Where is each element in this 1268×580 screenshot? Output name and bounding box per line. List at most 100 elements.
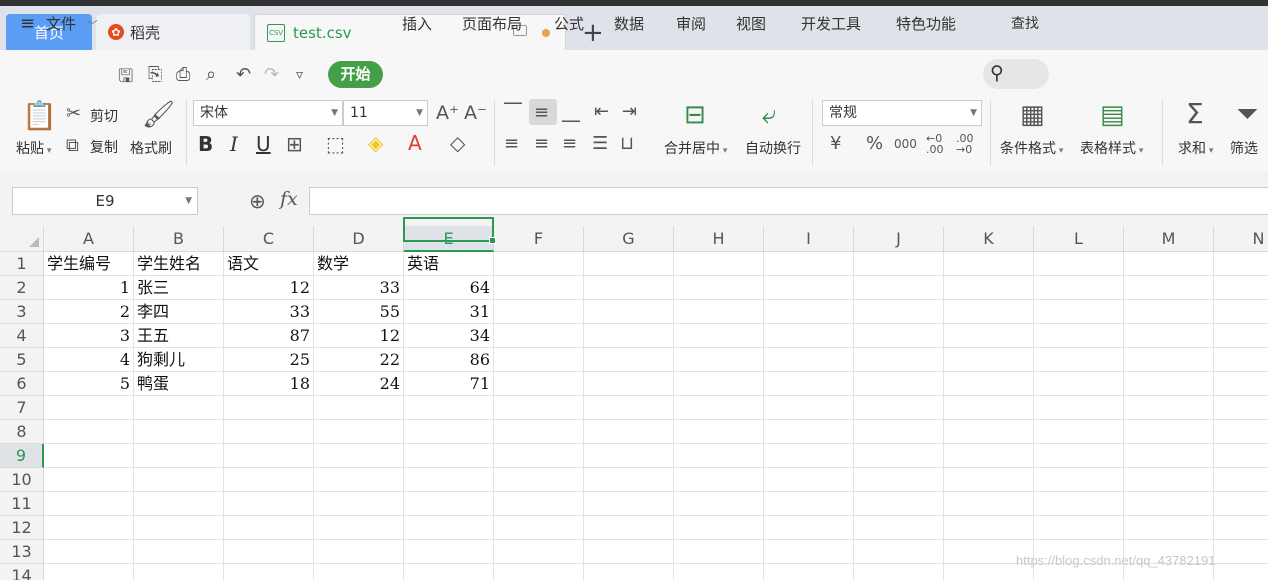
cell-b3[interactable]: 李四 — [134, 300, 224, 324]
tab-review[interactable]: 审阅 — [676, 0, 706, 46]
cell-b13[interactable] — [134, 540, 224, 564]
cell-d6[interactable]: 24 — [314, 372, 404, 396]
print-icon[interactable]: ⎙ — [176, 64, 190, 85]
cell-i11[interactable] — [764, 492, 854, 516]
cell-i6[interactable] — [764, 372, 854, 396]
cell-e4[interactable]: 34 — [404, 324, 494, 348]
align-center-icon[interactable]: ≡ — [534, 134, 549, 154]
cell-c2[interactable]: 12 — [224, 276, 314, 300]
cell-h2[interactable] — [674, 276, 764, 300]
thousands-separator-icon[interactable]: 000 — [894, 134, 917, 154]
percent-icon[interactable]: % — [866, 134, 883, 154]
cell-e8[interactable] — [404, 420, 494, 444]
align-top-icon[interactable]: ⎺ — [504, 102, 522, 122]
copy-icon[interactable]: ⧉ — [66, 136, 79, 156]
cell-l3[interactable] — [1034, 300, 1124, 324]
row-header-2[interactable]: 2 — [0, 276, 44, 300]
cell-c12[interactable] — [224, 516, 314, 540]
cell-d4[interactable]: 12 — [314, 324, 404, 348]
column-header-h[interactable]: H — [674, 226, 764, 252]
tab-view[interactable]: 视图 — [736, 0, 766, 46]
cell-h4[interactable] — [674, 324, 764, 348]
cell-a2[interactable]: 1 — [44, 276, 134, 300]
cell-h14[interactable] — [674, 564, 764, 580]
cell-k2[interactable] — [944, 276, 1034, 300]
cell-g11[interactable] — [584, 492, 674, 516]
cell-a5[interactable]: 4 — [44, 348, 134, 372]
distribute-icon[interactable]: ⊔ — [620, 134, 634, 154]
cell-b4[interactable]: 王五 — [134, 324, 224, 348]
column-header-d[interactable]: D — [314, 226, 404, 252]
cell-n12[interactable] — [1214, 516, 1268, 540]
cell-m5[interactable] — [1124, 348, 1214, 372]
merge-center-icon[interactable]: ⊟ — [684, 102, 706, 128]
format-painter-icon[interactable]: 🖌 — [142, 102, 175, 128]
cell-f1[interactable] — [494, 252, 584, 276]
cell-n10[interactable] — [1214, 468, 1268, 492]
cell-m6[interactable] — [1124, 372, 1214, 396]
cell-i5[interactable] — [764, 348, 854, 372]
cell-f4[interactable] — [494, 324, 584, 348]
paste-button[interactable]: 粘贴 ▾ — [16, 138, 51, 158]
cell-f8[interactable] — [494, 420, 584, 444]
cell-k1[interactable] — [944, 252, 1034, 276]
decrease-font-size-icon[interactable]: A⁻ — [464, 103, 487, 123]
column-header-c[interactable]: C — [224, 226, 314, 252]
cell-d1[interactable]: 数学 — [314, 252, 404, 276]
cell-i3[interactable] — [764, 300, 854, 324]
cell-l11[interactable] — [1034, 492, 1124, 516]
cell-g8[interactable] — [584, 420, 674, 444]
cell-l10[interactable] — [1034, 468, 1124, 492]
row-header-8[interactable]: 8 — [0, 420, 44, 444]
row-header-10[interactable]: 10 — [0, 468, 44, 492]
redo-icon[interactable]: ↷ — [264, 64, 279, 85]
print-preview-icon[interactable]: ⌕ — [206, 64, 216, 85]
copy-button[interactable]: 复制 — [90, 137, 118, 157]
cell-l1[interactable] — [1034, 252, 1124, 276]
cell-h12[interactable] — [674, 516, 764, 540]
cell-h10[interactable] — [674, 468, 764, 492]
cell-j6[interactable] — [854, 372, 944, 396]
cell-b7[interactable] — [134, 396, 224, 420]
sum-button[interactable]: 求和 ▾ — [1178, 138, 1213, 158]
cell-n7[interactable] — [1214, 396, 1268, 420]
row-header-5[interactable]: 5 — [0, 348, 44, 372]
undo-icon[interactable]: ↶ — [236, 64, 251, 85]
cell-e2[interactable]: 64 — [404, 276, 494, 300]
cell-a13[interactable] — [44, 540, 134, 564]
cell-c3[interactable]: 33 — [224, 300, 314, 324]
row-header-14[interactable]: 14 — [0, 564, 44, 580]
cell-m4[interactable] — [1124, 324, 1214, 348]
tab-special-features[interactable]: 特色功能 — [896, 0, 956, 46]
cell-b2[interactable]: 张三 — [134, 276, 224, 300]
cell-g7[interactable] — [584, 396, 674, 420]
cell-i7[interactable] — [764, 396, 854, 420]
cell-l12[interactable] — [1034, 516, 1124, 540]
cell-k12[interactable] — [944, 516, 1034, 540]
cell-l7[interactable] — [1034, 396, 1124, 420]
underline-icon[interactable]: U — [256, 134, 271, 154]
file-menu[interactable]: ≡ 文件 ﹀ — [20, 0, 98, 46]
cell-j10[interactable] — [854, 468, 944, 492]
cell-k3[interactable] — [944, 300, 1034, 324]
row-header-7[interactable]: 7 — [0, 396, 44, 420]
tab-page-layout[interactable]: 页面布局 — [462, 0, 522, 46]
column-header-i[interactable]: I — [764, 226, 854, 252]
eraser-icon[interactable]: ◇ — [450, 133, 465, 153]
cell-n11[interactable] — [1214, 492, 1268, 516]
column-header-a[interactable]: A — [44, 226, 134, 252]
currency-icon[interactable]: ¥ — [830, 134, 841, 154]
cell-e9[interactable] — [404, 444, 494, 468]
cell-h3[interactable] — [674, 300, 764, 324]
table-style-icon[interactable]: ▤ — [1100, 102, 1125, 128]
bold-icon[interactable]: B — [198, 134, 213, 154]
column-header-k[interactable]: K — [944, 226, 1034, 252]
cell-e13[interactable] — [404, 540, 494, 564]
align-left-icon[interactable]: ≡ — [504, 134, 519, 154]
row-header-9[interactable]: 9 — [0, 444, 44, 468]
save-icon[interactable]: 🖫 — [118, 64, 133, 94]
cell-l9[interactable] — [1034, 444, 1124, 468]
cell-m7[interactable] — [1124, 396, 1214, 420]
cell-k5[interactable] — [944, 348, 1034, 372]
cell-m10[interactable] — [1124, 468, 1214, 492]
